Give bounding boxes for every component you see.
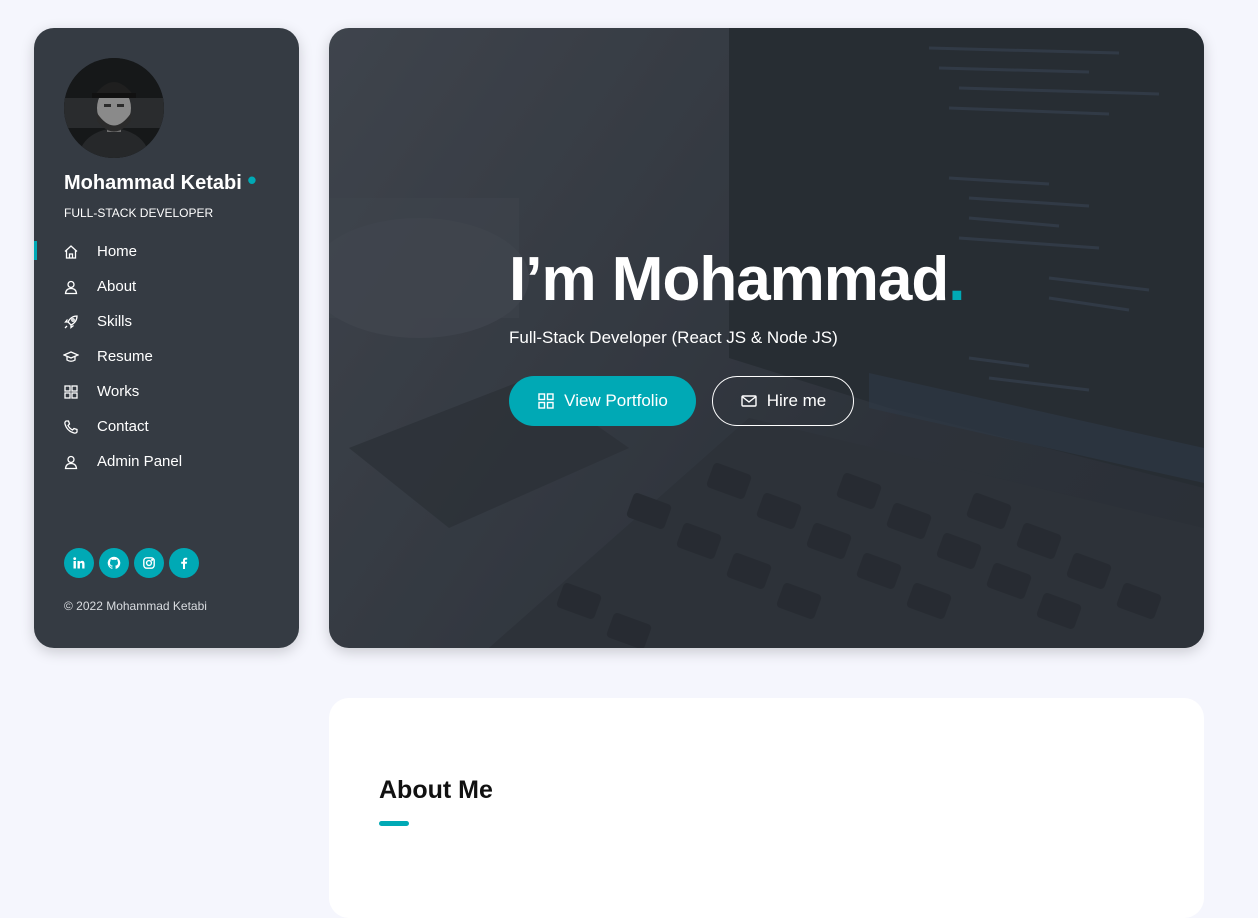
- main-nav: Home About Skills Resume Works Contact A…: [34, 234, 299, 479]
- hire-me-button[interactable]: Hire me: [712, 376, 854, 426]
- view-portfolio-label: View Portfolio: [564, 391, 668, 410]
- nav-item-skills[interactable]: Skills: [34, 304, 299, 339]
- nav-label: Admin Panel: [97, 453, 183, 470]
- hero-section: I’m Mohammad. Full-Stack Developer (Reac…: [329, 28, 1204, 648]
- nav-label: Resume: [97, 348, 153, 365]
- hero-title-text: I’m Mohammad: [509, 245, 949, 314]
- hero-subtitle: Full-Stack Developer (React JS & Node JS…: [509, 328, 838, 347]
- title-underline: [379, 821, 409, 826]
- sidebar: Mohammad Ketabi • FULL-STACK DEVELOPER H…: [34, 28, 299, 648]
- user-icon: [63, 279, 79, 295]
- social-links: [64, 548, 199, 578]
- github-icon[interactable]: [99, 548, 129, 578]
- nav-item-admin-panel[interactable]: Admin Panel: [34, 444, 299, 479]
- phone-icon: [63, 419, 79, 435]
- hero-title: I’m Mohammad.: [509, 244, 966, 315]
- hire-me-label: Hire me: [766, 391, 827, 410]
- nav-label: Skills: [97, 313, 133, 330]
- copyright: © 2022 Mohammad Ketabi: [64, 599, 207, 613]
- nav-label: Works: [97, 383, 140, 400]
- facebook-icon[interactable]: [169, 548, 199, 578]
- profile-name-text: Mohammad Ketabi: [64, 172, 242, 194]
- profile-name: Mohammad Ketabi •: [64, 167, 256, 195]
- rocket-icon: [63, 314, 79, 330]
- nav-item-contact[interactable]: Contact: [34, 409, 299, 444]
- nav-label: About: [97, 278, 137, 295]
- about-section: About Me: [329, 698, 1204, 918]
- about-title: About Me: [379, 776, 493, 804]
- grid-icon: [537, 392, 564, 410]
- nav-item-about[interactable]: About: [34, 269, 299, 304]
- linkedin-icon[interactable]: [64, 548, 94, 578]
- nav-item-resume[interactable]: Resume: [34, 339, 299, 374]
- user-icon: [63, 454, 79, 470]
- instagram-icon[interactable]: [134, 548, 164, 578]
- grid-icon: [63, 384, 79, 400]
- view-portfolio-button[interactable]: View Portfolio: [509, 376, 696, 426]
- graduation-cap-icon: [63, 349, 79, 365]
- nav-item-home[interactable]: Home: [34, 234, 299, 269]
- nav-label: Contact: [97, 418, 149, 435]
- accent-dot: .: [948, 245, 965, 314]
- accent-dot: •: [247, 165, 257, 195]
- avatar: [64, 58, 164, 158]
- nav-label: Home: [97, 243, 138, 260]
- profile-role: FULL-STACK DEVELOPER: [64, 206, 214, 220]
- mail-icon: [740, 392, 767, 410]
- nav-item-works[interactable]: Works: [34, 374, 299, 409]
- home-icon: [63, 244, 79, 260]
